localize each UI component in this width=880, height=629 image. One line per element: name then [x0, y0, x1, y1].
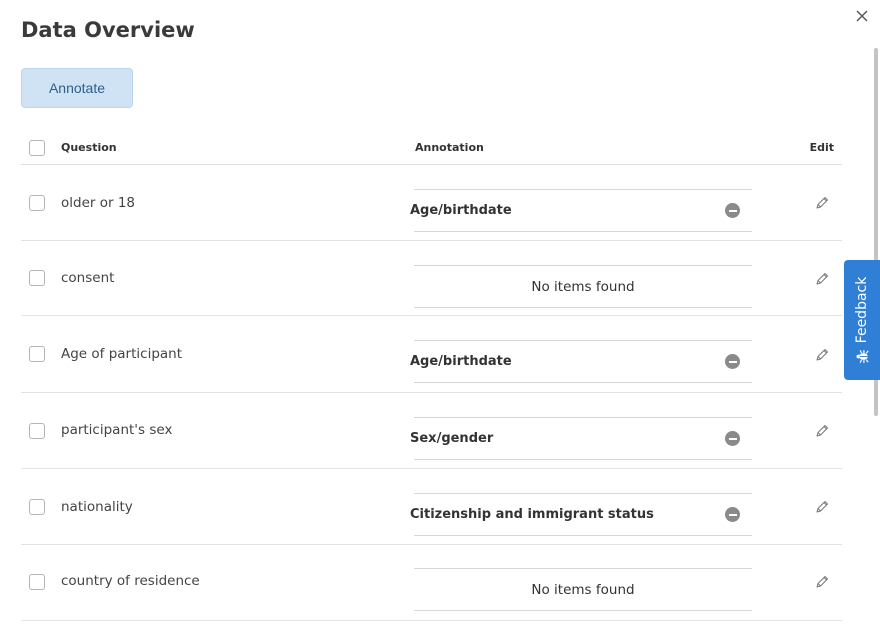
annotation-tag: Citizenship and immigrant status	[410, 507, 654, 522]
table-row: Age of participant Age/birthdate	[21, 316, 842, 393]
pencil-icon[interactable]	[814, 499, 830, 515]
column-header-question: Question	[61, 141, 117, 154]
bug-icon	[856, 350, 869, 363]
minus-circle-icon[interactable]	[725, 431, 740, 446]
pencil-icon[interactable]	[814, 574, 830, 590]
annotate-button[interactable]: Annotate	[21, 68, 133, 108]
minus-circle-icon[interactable]	[725, 507, 740, 522]
pencil-icon[interactable]	[814, 423, 830, 439]
table-row: country of residence No items found	[21, 545, 842, 621]
row-checkbox[interactable]	[29, 270, 45, 286]
feedback-button[interactable]: Feedback	[844, 260, 880, 380]
column-header-edit: Edit	[809, 141, 834, 154]
question-text: consent	[61, 270, 115, 286]
table-row: participant's sex Sex/gender	[21, 393, 842, 469]
annotation-cell: No items found	[414, 568, 752, 611]
annotation-tag: Age/birthdate	[410, 354, 512, 369]
row-checkbox[interactable]	[29, 195, 45, 211]
annotation-cell: Sex/gender	[410, 417, 752, 460]
question-text: nationality	[61, 499, 133, 515]
annotation-cell: Citizenship and immigrant status	[410, 493, 752, 536]
column-header-annotation: Annotation	[415, 141, 484, 154]
pencil-icon[interactable]	[814, 271, 830, 287]
table-row: nationality Citizenship and immigrant st…	[21, 469, 842, 545]
table-header: Question Annotation Edit	[21, 130, 842, 165]
table-row: older or 18 Age/birthdate	[21, 165, 842, 241]
questions-table: Question Annotation Edit older or 18 Age…	[21, 130, 842, 621]
row-checkbox[interactable]	[29, 574, 45, 590]
annotation-cell: No items found	[414, 265, 752, 308]
question-text: Age of participant	[61, 346, 183, 362]
table-row: consent No items found	[21, 241, 842, 316]
minus-circle-icon[interactable]	[725, 354, 740, 369]
annotation-empty-text: No items found	[531, 279, 635, 295]
row-checkbox[interactable]	[29, 423, 45, 439]
question-text: country of residence	[61, 573, 200, 589]
annotation-cell: Age/birthdate	[410, 189, 752, 232]
close-icon	[856, 10, 868, 22]
select-all-checkbox[interactable]	[29, 140, 45, 156]
question-text: participant's sex	[61, 422, 173, 438]
annotation-tag: Sex/gender	[410, 431, 494, 446]
annotation-cell: Age/birthdate	[410, 340, 752, 383]
close-button[interactable]	[852, 6, 872, 26]
row-checkbox[interactable]	[29, 499, 45, 515]
minus-circle-icon[interactable]	[725, 203, 740, 218]
row-checkbox[interactable]	[29, 346, 45, 362]
feedback-label: Feedback	[854, 276, 870, 344]
data-overview-dialog: Data Overview Annotate Question Annotati…	[0, 0, 880, 629]
question-text: older or 18	[61, 195, 136, 211]
pencil-icon[interactable]	[814, 347, 830, 363]
dialog-title: Data Overview	[21, 18, 195, 42]
annotation-tag: Age/birthdate	[410, 203, 512, 218]
pencil-icon[interactable]	[814, 195, 830, 211]
annotation-empty-text: No items found	[531, 582, 635, 598]
